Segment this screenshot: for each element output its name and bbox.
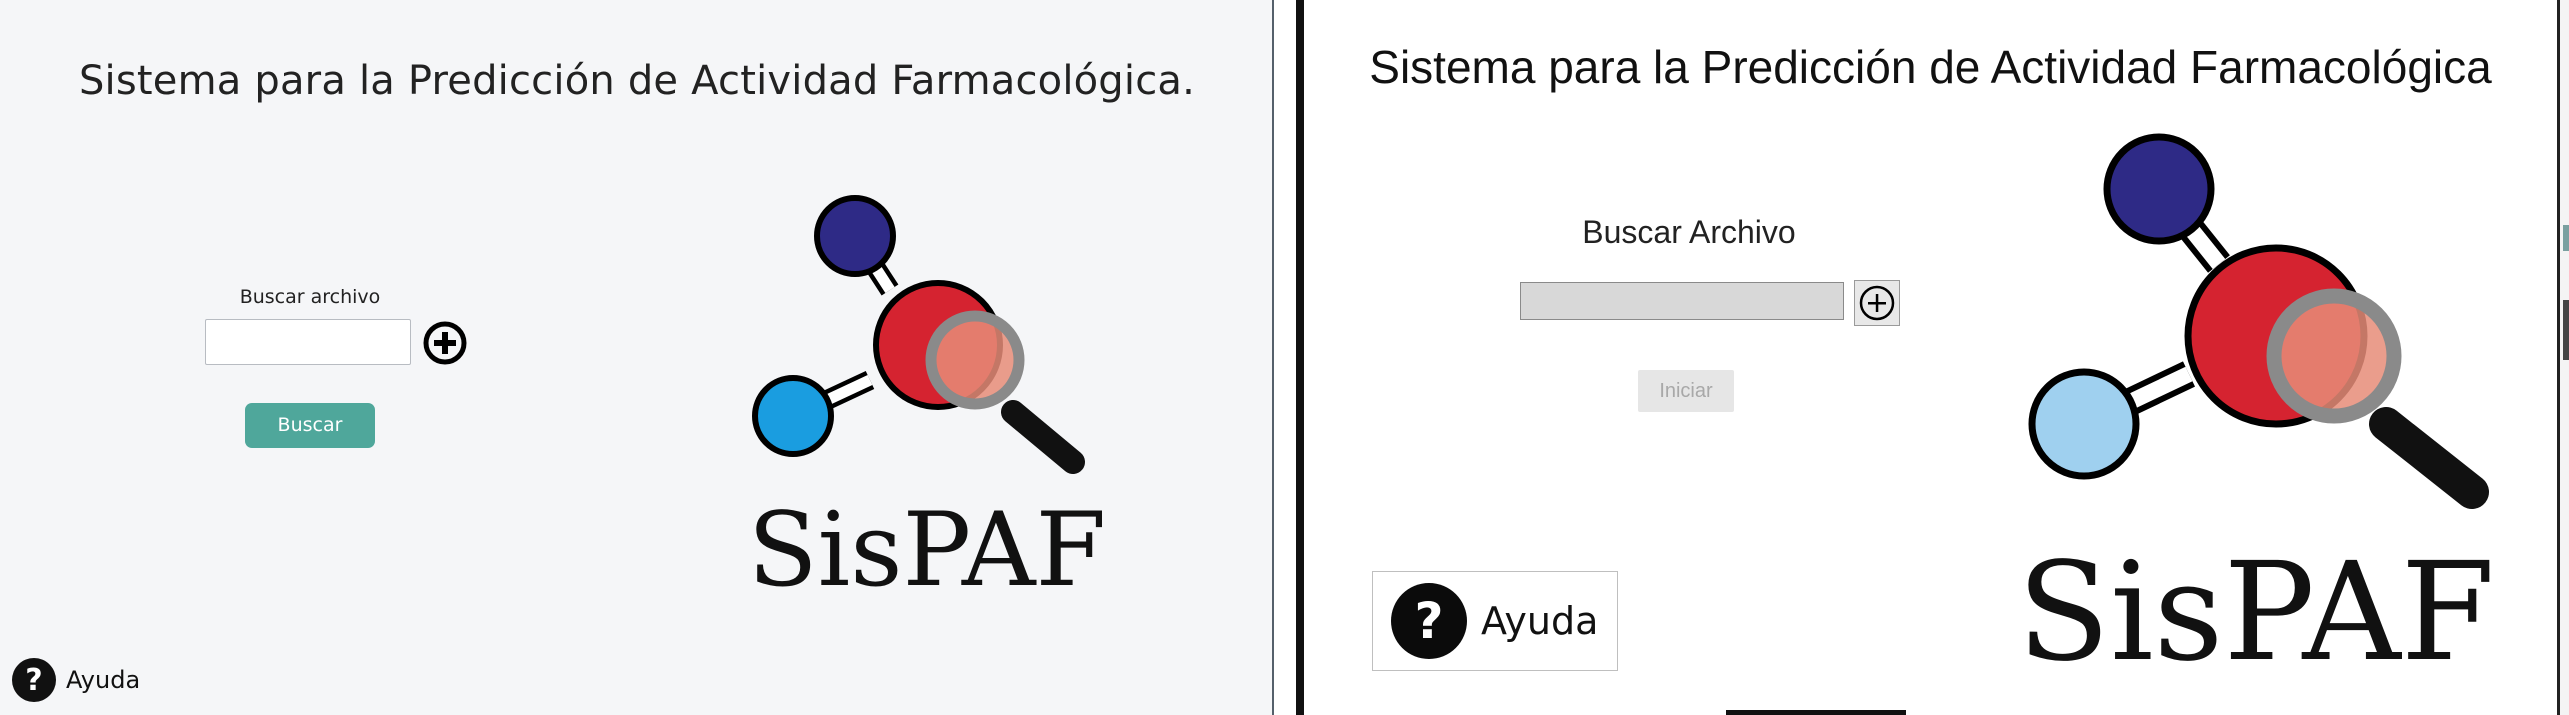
background-window-edge	[2560, 0, 2569, 715]
logo-text-right: SisPAF	[2017, 534, 2495, 669]
add-file-button[interactable]	[1854, 280, 1900, 326]
question-circle-icon: ?	[12, 658, 56, 702]
file-path-input-right[interactable]	[1520, 282, 1844, 320]
plus-circle-icon[interactable]	[421, 319, 469, 367]
page-title: Sistema para la Predicción de Actividad …	[78, 58, 1196, 104]
sispaf-logo: SisPAF	[748, 195, 1107, 600]
logo-text: SisPAF	[748, 491, 1107, 600]
search-file-label: Buscar archivo	[239, 286, 381, 308]
start-button[interactable]: Iniciar	[1638, 370, 1734, 412]
window-gap	[1274, 0, 1298, 715]
help-button[interactable]: ? Ayuda	[12, 655, 140, 705]
help-button-right[interactable]: ? Ayuda	[1372, 571, 1618, 671]
sispaf-logo-right: SisPAF	[2017, 133, 2495, 669]
page-title-right: Sistema para la Predicción de Actividad …	[1369, 41, 2492, 93]
question-circle-icon: ?	[1391, 583, 1467, 659]
plus-circle-icon	[1859, 285, 1895, 321]
left-app-window: Sistema para la Predicción de Actividad …	[0, 0, 1274, 715]
search-file-label-right: Buscar Archivo	[1582, 214, 1796, 250]
search-button[interactable]: Buscar	[245, 403, 375, 448]
help-label-right: Ayuda	[1481, 599, 1599, 643]
right-app-window: Sistema para la Predicción de Actividad …	[1296, 0, 2560, 715]
magnifier-icon	[925, 310, 1085, 474]
taskbar-fragment	[1726, 710, 1906, 715]
help-label: Ayuda	[66, 666, 141, 694]
magnifier-icon	[2266, 288, 2489, 509]
file-path-input[interactable]	[205, 319, 411, 365]
